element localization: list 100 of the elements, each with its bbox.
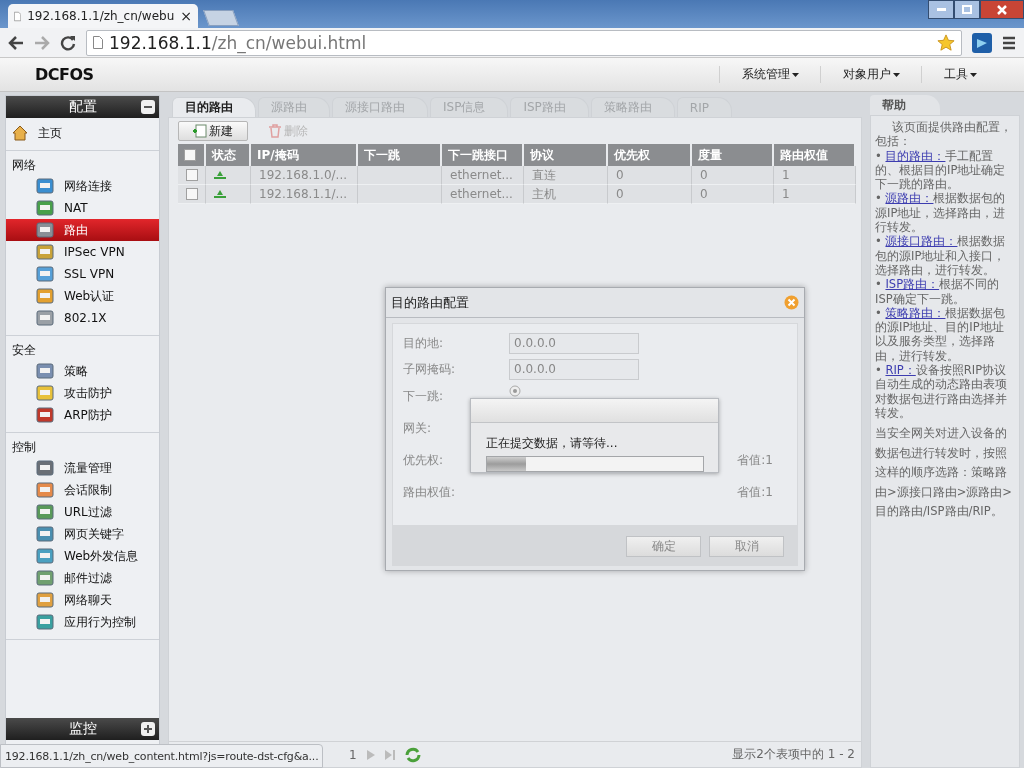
sidebar-item[interactable]: 策略 [6, 360, 159, 382]
menu-label: 网页关键字 [64, 525, 124, 543]
panel-header[interactable]: 监控 [6, 718, 159, 740]
header-menu[interactable]: 对象用户 [820, 66, 921, 83]
help-paragraph: • RIP：设备按照RIP协议自动生成的动态路由表项对数据包进行路由选择并转发。 [875, 363, 1008, 421]
help-link[interactable]: RIP： [885, 363, 916, 378]
sidebar-item[interactable]: URL过滤 [6, 501, 159, 523]
browser-tab[interactable]: 192.168.1.1/zh_cn/webu × [8, 4, 198, 28]
minimize-icon [936, 8, 946, 11]
menu-label: 流量管理 [64, 459, 112, 477]
sidebar-item[interactable]: 路由 [6, 219, 159, 241]
sidebar-item[interactable]: Web外发信息 [6, 545, 159, 567]
help-paragraph: • 源路由：根据数据包的源IP地址，选择路由，进行转发。 [875, 191, 1007, 235]
sidebar-item[interactable]: 网络聊天 [6, 589, 159, 611]
forward-icon[interactable] [34, 35, 50, 50]
maximize-button[interactable] [954, 0, 980, 19]
close-tab-button[interactable]: × [180, 8, 192, 24]
page-icon [93, 36, 103, 49]
menu-label: 策略 [64, 362, 88, 380]
url-path: /zh_cn/webui.html [211, 32, 367, 53]
checkbox[interactable] [186, 169, 198, 181]
table-cell: ethernet... [442, 185, 524, 204]
next-page-icon[interactable] [366, 749, 375, 760]
tile-icon [36, 548, 54, 564]
logo: DCFOS [34, 65, 95, 84]
menu-label: 邮件过滤 [64, 569, 112, 587]
tile-icon [36, 310, 54, 326]
radio-icon[interactable] [509, 385, 521, 397]
tile-icon [36, 178, 54, 194]
sidebar-item[interactable]: 802.1X [6, 307, 159, 329]
sidebar-item[interactable]: IPSec VPN [6, 241, 159, 263]
star-icon[interactable] [937, 33, 955, 52]
tile-icon [36, 200, 54, 216]
help-link[interactable]: ISP路由： [885, 277, 940, 292]
field-label: 下一跳: [403, 387, 445, 405]
reload-icon[interactable] [60, 34, 76, 51]
menu-label: ARP防护 [64, 406, 112, 424]
maximize-icon [962, 5, 972, 14]
home-item[interactable]: 主页 [6, 122, 159, 144]
tile-icon [36, 244, 54, 260]
new-tab-button[interactable] [203, 10, 239, 26]
field-label: 网关: [403, 419, 433, 437]
address-field[interactable]: 192.168.1.1/zh_cn/webui.html [86, 29, 962, 56]
sidebar-item[interactable]: 会话限制 [6, 479, 159, 501]
help-link[interactable]: 源接口路由： [885, 234, 958, 249]
sidebar-item[interactable]: SSL VPN [6, 263, 159, 285]
section-title: 网络 [11, 157, 37, 174]
expand-icon[interactable] [141, 722, 155, 736]
field-label: 优先权: [403, 451, 445, 469]
collapse-icon[interactable] [141, 100, 155, 114]
default-hint: 省值:1 [737, 451, 773, 469]
menu-icon[interactable] [1002, 35, 1016, 50]
close-icon[interactable] [784, 295, 799, 310]
tile-icon [36, 266, 54, 282]
tile-icon [36, 570, 54, 586]
section-title: 安全 [11, 342, 37, 359]
table-cell: 1 [774, 166, 856, 185]
caret-icon [893, 72, 900, 77]
help-link[interactable]: 源路由： [885, 191, 934, 206]
tile-icon [36, 504, 54, 520]
tile-icon [36, 614, 54, 630]
sidebar-item[interactable]: 网络连接 [6, 175, 159, 197]
menu-label: Web认证 [64, 287, 115, 305]
checkbox[interactable] [184, 149, 196, 161]
tile-icon [36, 482, 54, 498]
back-icon[interactable] [8, 35, 24, 50]
close-window-button[interactable] [980, 0, 1024, 19]
refresh-icon[interactable] [404, 746, 421, 763]
field-label: 目的地: [403, 334, 445, 352]
table-cell: 192.168.1.0/... [251, 166, 358, 185]
checkbox[interactable] [186, 188, 198, 200]
tile-icon [36, 460, 54, 476]
sidebar-item[interactable]: 邮件过滤 [6, 567, 159, 589]
sidebar-item[interactable]: NAT [6, 197, 159, 219]
field-label: 路由权值: [403, 483, 457, 501]
panel-header[interactable]: 配置 [6, 96, 159, 118]
header-checkbox-cell[interactable] [178, 144, 206, 166]
sidebar-item[interactable]: Web认证 [6, 285, 159, 307]
last-page-icon[interactable] [384, 749, 395, 760]
help-tab[interactable]: 帮助 [870, 95, 940, 115]
tab[interactable]: 目的路由 [172, 97, 256, 117]
tile-icon [36, 526, 54, 542]
progress-message: 正在提交数据，请等待... [485, 434, 619, 452]
header-menu[interactable]: 工具 [921, 66, 998, 83]
caret-icon [970, 72, 977, 77]
sidebar-item[interactable]: 流量管理 [6, 457, 159, 479]
new-button[interactable]: 新建 [178, 121, 248, 141]
tile-icon [36, 407, 54, 423]
sidebar-item[interactable]: 攻击防护 [6, 382, 159, 404]
help-link[interactable]: 目的路由： [885, 148, 946, 163]
menu-label: 802.1X [64, 311, 107, 325]
menu-label: URL过滤 [64, 503, 112, 521]
minimize-button[interactable] [928, 0, 954, 19]
sidebar-item[interactable]: 网页关键字 [6, 523, 159, 545]
header-menu[interactable]: 系统管理 [719, 66, 820, 83]
table-cell: 0 [608, 166, 692, 185]
sidebar-item[interactable]: ARP防护 [6, 404, 159, 426]
tab-title: 192.168.1.1/zh_cn/webu [27, 9, 175, 23]
sidebar-item[interactable]: 应用行为控制 [6, 611, 159, 633]
help-link[interactable]: 策略路由： [885, 305, 946, 320]
